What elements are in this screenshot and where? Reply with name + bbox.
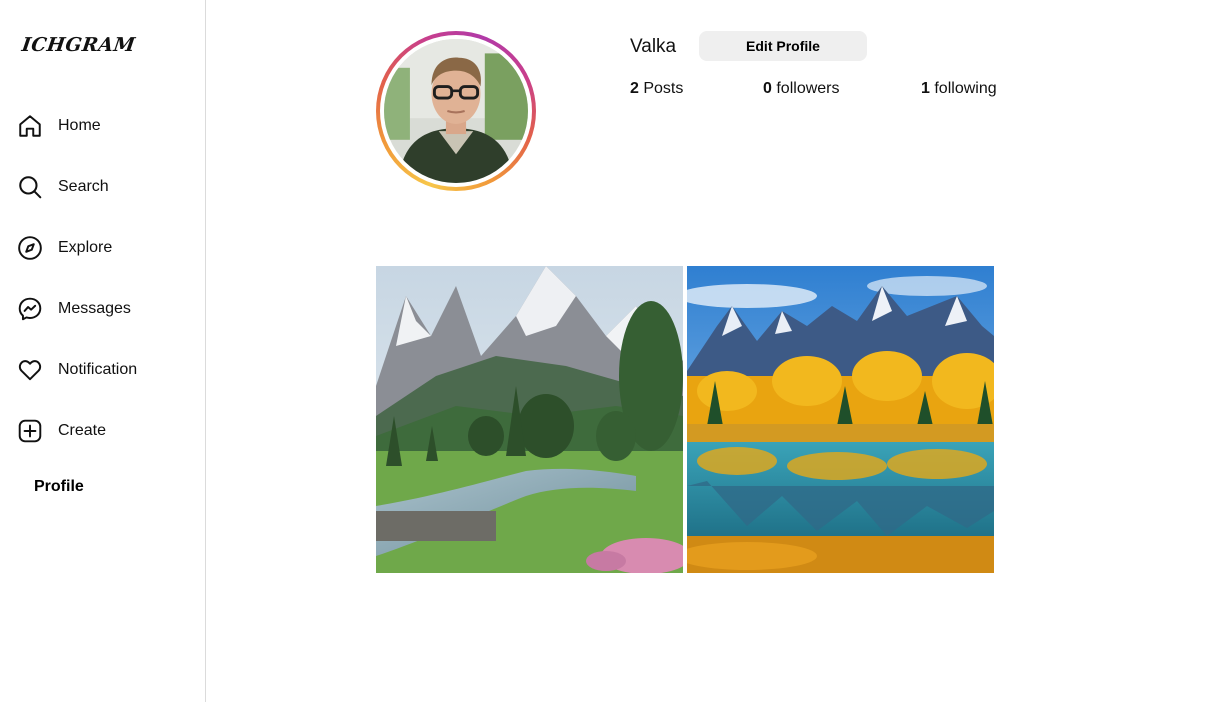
followers-label: followers — [776, 80, 840, 97]
post-thumbnail-autumn-lake[interactable] — [687, 266, 994, 573]
following-stat[interactable]: 1 following — [921, 80, 997, 98]
sidebar: ICHGRAM Home Search Explore Messages Not… — [0, 0, 206, 702]
home-icon — [16, 112, 44, 140]
sidebar-item-notification[interactable]: Notification — [16, 354, 196, 386]
sidebar-item-messages[interactable]: Messages — [16, 293, 196, 325]
avatar[interactable] — [376, 31, 536, 191]
post-thumbnail-mountain-meadow[interactable] — [376, 266, 683, 573]
search-icon — [16, 173, 44, 201]
app-logo[interactable]: ICHGRAM — [20, 34, 136, 56]
compass-icon — [16, 234, 44, 262]
profile-username: Valka — [630, 36, 677, 57]
posts-count: 2 — [630, 80, 639, 97]
sidebar-item-search[interactable]: Search — [16, 171, 196, 203]
sidebar-item-label: Explore — [58, 239, 113, 256]
posts-label: Posts — [643, 80, 684, 97]
sidebar-item-label: Notification — [58, 361, 138, 378]
sidebar-item-label: Create — [58, 422, 107, 439]
sidebar-item-label: Search — [58, 178, 109, 195]
plus-square-icon — [16, 417, 44, 445]
sidebar-item-explore[interactable]: Explore — [16, 232, 196, 264]
sidebar-item-label: Messages — [58, 300, 131, 317]
following-label: following — [934, 80, 997, 97]
following-count: 1 — [921, 80, 930, 97]
sidebar-item-profile[interactable]: Profile — [34, 478, 84, 496]
heart-icon — [16, 356, 44, 384]
followers-stat[interactable]: 0 followers — [763, 80, 840, 98]
avatar-photo — [384, 39, 528, 183]
messenger-icon — [16, 295, 44, 323]
sidebar-item-create[interactable]: Create — [16, 415, 196, 447]
sidebar-item-home[interactable]: Home — [16, 110, 196, 142]
edit-profile-button[interactable]: Edit Profile — [699, 31, 867, 61]
posts-stat: 2 Posts — [630, 80, 683, 98]
sidebar-item-label: Home — [58, 117, 101, 134]
followers-count: 0 — [763, 80, 772, 97]
